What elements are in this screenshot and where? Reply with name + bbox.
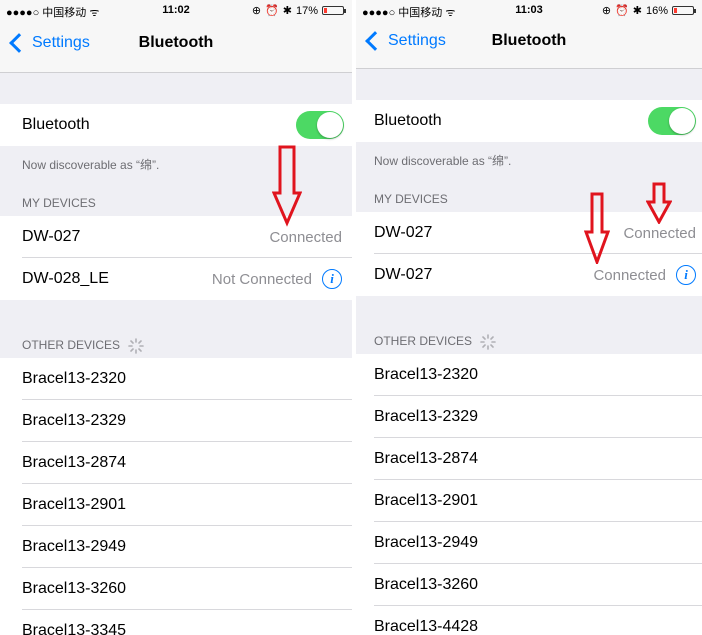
- list-item[interactable]: Bracel13-2329: [0, 400, 352, 442]
- discoverable-text: Now discoverable as “绵”.: [22, 158, 160, 172]
- list-item[interactable]: Bracel13-2949: [356, 522, 702, 564]
- bluetooth-toggle[interactable]: [648, 107, 696, 135]
- device-status: Connected: [623, 224, 696, 242]
- my-devices-header: MY DEVICES: [22, 196, 96, 210]
- list-item[interactable]: Bracel13-2949: [0, 526, 352, 568]
- list-item[interactable]: Bracel13-3260: [356, 564, 702, 606]
- page-title: Bluetooth: [491, 32, 567, 49]
- bluetooth-row: Bluetooth: [0, 104, 352, 146]
- list-item[interactable]: Bracel13-2874: [356, 438, 702, 480]
- device-status: Connected: [593, 266, 666, 284]
- annotation-arrow-down-icon: [646, 182, 672, 224]
- info-icon[interactable]: i: [676, 265, 696, 285]
- bluetooth-row: Bluetooth: [356, 100, 702, 142]
- status-icons: ⊕ ⏰ ✱ 16%: [601, 4, 696, 17]
- navigation-bar: Settings Bluetooth: [356, 20, 702, 69]
- list-item[interactable]: Bracel13-2874: [0, 442, 352, 484]
- status-bar: ●●●●○ 中国移动 ᯤ 11:02 ⊕ ⏰ ✱ 17%: [0, 0, 352, 20]
- list-item[interactable]: Bracel13-2329: [356, 396, 702, 438]
- spinner-icon: [480, 334, 496, 350]
- list-item[interactable]: Bracel13-3345: [0, 610, 352, 635]
- spinner-icon: [128, 338, 144, 354]
- location-icon: ⊕: [251, 5, 262, 17]
- bluetooth-toggle[interactable]: [296, 111, 344, 139]
- status-bar: ●●●●○ 中国移动 ᯤ 11:03 ⊕ ⏰ ✱ 16%: [356, 0, 702, 20]
- navigation-bar: Settings Bluetooth: [0, 20, 352, 73]
- list-item[interactable]: Bracel13-2901: [356, 480, 702, 522]
- location-icon: ⊕: [601, 5, 612, 17]
- other-devices-header: OTHER DEVICES: [374, 334, 496, 350]
- info-icon[interactable]: i: [322, 269, 342, 289]
- discoverable-text: Now discoverable as “绵”.: [374, 154, 512, 168]
- status-icons: ⊕ ⏰ ✱ 17%: [251, 4, 346, 17]
- list-item[interactable]: Bracel13-2320: [0, 358, 352, 400]
- left-screenshot: ●●●●○ 中国移动 ᯤ 11:02 ⊕ ⏰ ✱ 17% Settings Bl…: [0, 0, 352, 635]
- list-item[interactable]: Bracel13-3260: [0, 568, 352, 610]
- bluetooth-label: Bluetooth: [374, 112, 442, 129]
- bluetooth-label: Bluetooth: [22, 116, 90, 133]
- device-name: DW-027: [374, 224, 433, 241]
- other-devices-header: OTHER DEVICES: [22, 338, 144, 354]
- device-name: DW-028_LE: [22, 270, 109, 287]
- my-devices-header: MY DEVICES: [374, 192, 448, 206]
- right-screenshot: ●●●●○ 中国移动 ᯤ 11:03 ⊕ ⏰ ✱ 16% Settings Bl…: [356, 0, 702, 635]
- battery-percent: 17%: [295, 4, 318, 17]
- device-name: DW-027: [22, 228, 81, 245]
- alarm-icon: ⏰: [265, 5, 279, 17]
- device-status: Connected: [269, 228, 342, 246]
- list-item[interactable]: Bracel13-2901: [0, 484, 352, 526]
- device-row[interactable]: DW-027 Connected i: [356, 254, 702, 296]
- battery-icon: [672, 6, 696, 15]
- device-row[interactable]: DW-028_LE Not Connected i: [0, 258, 352, 300]
- alarm-icon: ⏰: [615, 5, 629, 17]
- device-name: DW-027: [374, 266, 433, 283]
- list-item[interactable]: Bracel13-4428: [356, 606, 702, 635]
- bluetooth-icon: ✱: [632, 5, 642, 17]
- list-item[interactable]: Bracel13-2320: [356, 354, 702, 396]
- device-status: Not Connected: [211, 270, 312, 288]
- annotation-arrow-down-icon: [584, 192, 610, 264]
- page-title: Bluetooth: [138, 34, 214, 51]
- bluetooth-icon: ✱: [282, 5, 292, 17]
- battery-icon: [322, 6, 346, 15]
- annotation-arrow-down-icon: [272, 145, 302, 227]
- battery-percent: 16%: [645, 4, 668, 17]
